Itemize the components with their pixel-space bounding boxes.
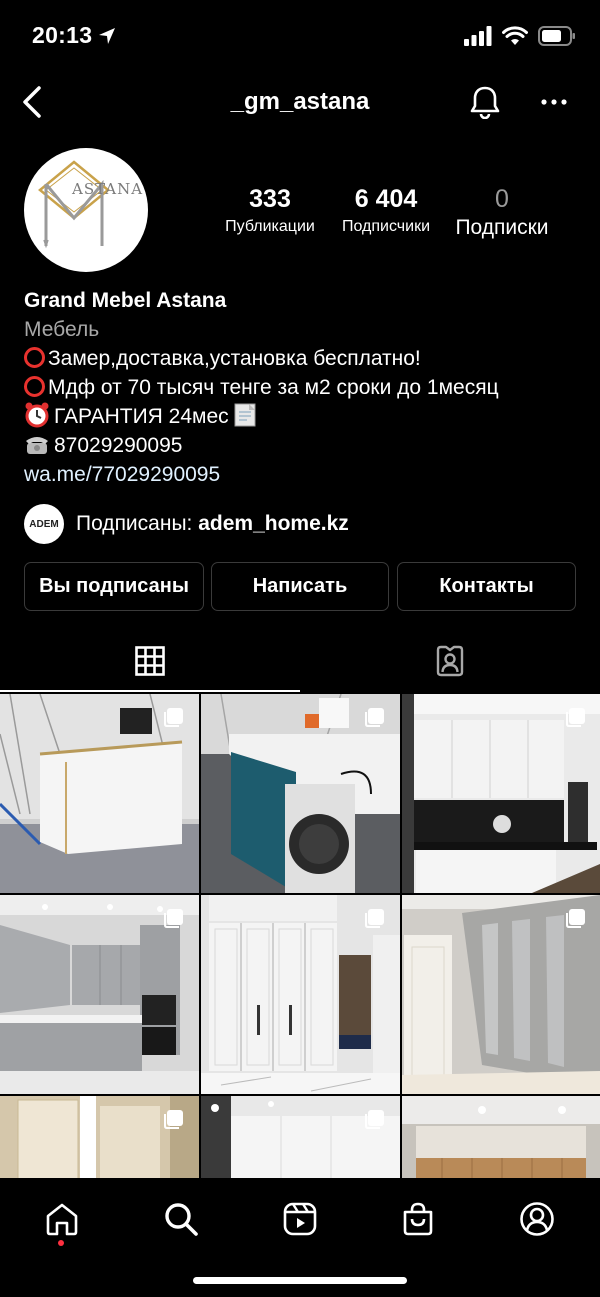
status-bar: 20:13 <box>0 0 600 70</box>
document-icon <box>234 403 256 427</box>
red-circle-icon <box>24 376 45 397</box>
post-thumbnail[interactable] <box>0 694 199 893</box>
shopping-bag-icon <box>403 1202 433 1236</box>
post-thumbnail[interactable] <box>402 1096 600 1180</box>
bio-line-1-text: Замер,доставка,установка бесплатно! <box>48 347 421 370</box>
nav-search[interactable] <box>156 1194 206 1244</box>
more-dots-icon <box>541 99 567 105</box>
followed-by-text: Подписаны: adem_home.kz <box>76 512 349 536</box>
nav-shop[interactable] <box>393 1194 443 1244</box>
tab-posts-grid[interactable] <box>0 630 300 692</box>
bio-line-3: ГАРАНТИЯ 24мес <box>24 402 584 431</box>
post-thumbnail[interactable] <box>201 1096 400 1180</box>
multiple-images-icon <box>365 909 384 928</box>
multiple-images-icon <box>566 708 585 727</box>
post-thumbnail[interactable] <box>0 895 199 1094</box>
post-thumbnail[interactable] <box>402 694 600 893</box>
telephone-icon <box>26 437 48 454</box>
bio-link[interactable]: wa.me/77029290095 <box>24 460 584 489</box>
nav-home[interactable] <box>37 1194 87 1244</box>
svg-text:ASTANA: ASTANA <box>71 180 143 198</box>
more-options-button[interactable] <box>536 84 572 120</box>
alarm-clock-icon <box>25 402 49 428</box>
bio-line-3-text: ГАРАНТИЯ 24мес <box>54 405 229 428</box>
profile-category: Мебель <box>24 318 100 341</box>
posts-label: Публикации <box>225 218 315 235</box>
nav-profile[interactable] <box>512 1194 562 1244</box>
message-button[interactable]: Написать <box>211 562 389 611</box>
bio-line-2-text: Мдф от 70 тысяч тенге за м2 сроки до 1ме… <box>48 376 499 399</box>
posts-grid <box>0 694 600 1180</box>
profile-tabs <box>0 630 600 692</box>
profile-name: Grand Mebel Astana <box>24 289 227 312</box>
multiple-images-icon <box>566 909 585 928</box>
status-time: 20:13 <box>32 22 93 48</box>
followed-by-account: adem_home.kz <box>198 512 349 535</box>
multiple-images-icon <box>365 1110 384 1129</box>
profile-icon <box>520 1202 554 1236</box>
active-tab-indicator <box>0 690 300 692</box>
post-thumbnail[interactable] <box>201 694 400 893</box>
grid-icon <box>135 646 165 676</box>
new-activity-dot <box>58 1240 64 1246</box>
bell-icon <box>470 86 500 119</box>
posts-count: 333 <box>249 185 291 213</box>
home-icon <box>46 1203 78 1236</box>
multiple-images-icon <box>164 909 183 928</box>
followed-by-avatar: ADEM <box>24 504 64 544</box>
notifications-button[interactable] <box>466 82 504 122</box>
battery-icon <box>538 26 575 46</box>
following-label: Подписки <box>455 216 549 239</box>
stat-posts[interactable]: 333 Публикации <box>214 185 326 236</box>
status-indicators <box>464 24 576 48</box>
profile-username: _gm_astana <box>230 88 370 115</box>
followed-by-row[interactable]: ADEM Подписаны: adem_home.kz <box>24 504 349 544</box>
nav-reels[interactable] <box>275 1194 325 1244</box>
profile-avatar[interactable]: ASTANA <box>24 148 148 272</box>
home-indicator <box>193 1277 407 1284</box>
tagged-person-icon <box>436 645 464 677</box>
bio-line-1: Замер,доставка,установка бесплатно! <box>24 344 584 373</box>
stat-followers[interactable]: 6 404 Подписчики <box>330 185 442 236</box>
following-button[interactable]: Вы подписаны <box>24 562 204 611</box>
multiple-images-icon <box>164 1110 183 1129</box>
profile-bio: Grand Mebel Astana Мебель Замер,доставка… <box>24 286 584 489</box>
bottom-navigation <box>0 1178 600 1297</box>
post-wood-panel-room <box>402 1096 600 1180</box>
search-icon <box>165 1203 198 1236</box>
post-thumbnail[interactable] <box>402 895 600 1094</box>
tab-tagged[interactable] <box>300 630 600 692</box>
contacts-button[interactable]: Контакты <box>397 562 576 611</box>
red-circle-icon <box>24 347 45 368</box>
profile-header: _gm_astana <box>0 72 600 132</box>
reels-icon <box>283 1202 317 1236</box>
signal-icon <box>464 26 492 46</box>
location-arrow-icon <box>99 28 115 44</box>
stat-following[interactable]: 0 Подписки <box>446 185 558 240</box>
multiple-images-icon <box>164 708 183 727</box>
wifi-icon <box>502 26 528 45</box>
gm-astana-logo: ASTANA <box>38 160 143 249</box>
followed-by-label: Подписаны: <box>76 512 199 535</box>
post-thumbnail[interactable] <box>201 895 400 1094</box>
post-thumbnail[interactable] <box>0 1096 199 1180</box>
followers-count: 6 404 <box>354 185 418 213</box>
bio-line-phone: 87029290095 <box>24 431 584 460</box>
following-count: 0 <box>495 185 509 213</box>
multiple-images-icon <box>365 708 384 727</box>
bio-line-2: Мдф от 70 тысяч тенге за м2 сроки до 1ме… <box>24 373 584 402</box>
followers-label: Подписчики <box>341 218 430 235</box>
bio-phone-text: 87029290095 <box>54 434 183 457</box>
